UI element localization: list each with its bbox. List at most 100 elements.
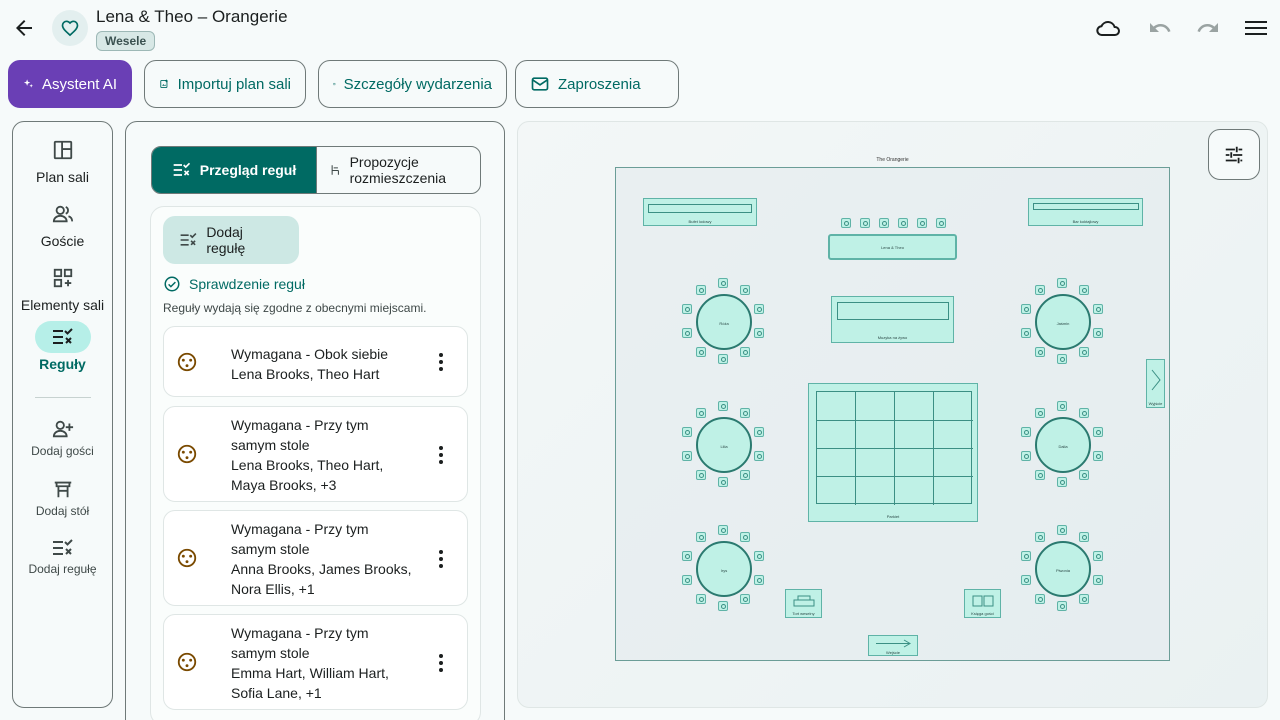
rule-card[interactable]: Wymagana - Obok siebie Lena Brooks, Theo … [163, 326, 468, 397]
event-details-button[interactable]: Szczegóły wydarzenia [318, 60, 507, 108]
chair[interactable] [1020, 450, 1031, 461]
chair[interactable] [718, 601, 728, 611]
chair[interactable] [1093, 427, 1104, 438]
chair[interactable] [681, 427, 692, 438]
chair[interactable] [681, 304, 692, 315]
tab-seating-suggestions[interactable]: Propozycje rozmieszczenia [316, 147, 480, 193]
chair[interactable] [1057, 477, 1067, 487]
chair[interactable] [740, 346, 751, 357]
chair[interactable] [1079, 469, 1090, 480]
ai-assistant-button[interactable]: Asystent AI [8, 60, 132, 108]
back-button[interactable] [8, 12, 40, 44]
chair[interactable] [754, 551, 765, 562]
chair[interactable] [1020, 551, 1031, 562]
chair[interactable] [754, 450, 765, 461]
more-vert-icon[interactable] [429, 651, 453, 675]
guestbook-element[interactable]: Księga gości [964, 589, 1001, 618]
nav-item-room-elements[interactable]: Elementy sali [13, 262, 112, 313]
chair[interactable] [1079, 285, 1090, 296]
chair[interactable] [1057, 525, 1067, 535]
chair[interactable] [718, 401, 728, 411]
chair[interactable] [695, 532, 706, 543]
chair[interactable] [1057, 278, 1067, 288]
chair[interactable] [1093, 327, 1104, 338]
bar-element[interactable]: Bar koktajlowy [1028, 198, 1143, 226]
chair[interactable] [917, 218, 927, 228]
chair[interactable] [1093, 304, 1104, 315]
chair[interactable] [740, 285, 751, 296]
chair[interactable] [718, 354, 728, 364]
chair[interactable] [718, 525, 728, 535]
nav-item-guests[interactable]: Goście [13, 198, 112, 249]
chair[interactable] [681, 551, 692, 562]
chair[interactable] [1079, 408, 1090, 419]
more-vert-icon[interactable] [429, 547, 453, 571]
chair[interactable] [1093, 450, 1104, 461]
chair[interactable] [740, 593, 751, 604]
more-vert-icon[interactable] [429, 350, 453, 374]
chair[interactable] [1020, 327, 1031, 338]
round-table[interactable]: Jaśmin [1035, 294, 1091, 350]
entrance-element[interactable]: Wejście [868, 635, 918, 656]
cloud-sync-button[interactable] [1090, 12, 1126, 44]
chair[interactable] [1079, 593, 1090, 604]
import-floorplan-button[interactable]: Importuj plan sali [144, 60, 306, 108]
add-rule-nav-button[interactable]: Dodaj regułę [13, 538, 112, 576]
favorite-button[interactable] [52, 10, 88, 46]
chair[interactable] [695, 593, 706, 604]
chair[interactable] [754, 327, 765, 338]
add-guests-button[interactable]: Dodaj gości [13, 418, 112, 458]
menu-button[interactable] [1240, 12, 1272, 44]
chair[interactable] [1020, 427, 1031, 438]
chair[interactable] [681, 450, 692, 461]
canvas-settings-button[interactable] [1208, 129, 1260, 180]
exit-element[interactable]: Wyjście [1146, 359, 1165, 408]
chair[interactable] [1079, 532, 1090, 543]
chair[interactable] [1057, 354, 1067, 364]
rule-card[interactable]: Wymagana - Przy tym samym stole Anna Broo… [163, 510, 468, 606]
chair[interactable] [740, 532, 751, 543]
chair[interactable] [1034, 469, 1045, 480]
chair[interactable] [754, 427, 765, 438]
head-table[interactable]: Lena & Theo [828, 234, 957, 260]
chair[interactable] [841, 218, 851, 228]
redo-button[interactable] [1192, 12, 1224, 44]
undo-button[interactable] [1144, 12, 1176, 44]
tab-rules-overview[interactable]: Przegląd reguł [152, 147, 316, 193]
cake-element[interactable]: Tort weselny [785, 589, 822, 618]
chair[interactable] [1034, 408, 1045, 419]
nav-item-rules[interactable]: Reguły [13, 321, 112, 372]
round-table[interactable]: Piwonia [1035, 541, 1091, 597]
chair[interactable] [1034, 532, 1045, 543]
round-table[interactable]: Lilia [696, 417, 752, 473]
chair[interactable] [1034, 593, 1045, 604]
round-table[interactable]: Róża [696, 294, 752, 350]
rule-card[interactable]: Wymagana - Przy tym samym stole Lena Broo… [163, 406, 468, 502]
chair[interactable] [1057, 401, 1067, 411]
chair[interactable] [1093, 574, 1104, 585]
round-table[interactable]: Irys [696, 541, 752, 597]
chair[interactable] [718, 477, 728, 487]
chair[interactable] [1034, 285, 1045, 296]
round-table[interactable]: Dalia [1035, 417, 1091, 473]
chair[interactable] [860, 218, 870, 228]
chair[interactable] [1093, 551, 1104, 562]
chair[interactable] [754, 574, 765, 585]
more-vert-icon[interactable] [429, 443, 453, 467]
chair[interactable] [718, 278, 728, 288]
room-outline[interactable]: Bufet lodowy Lena & Theo Bar koktajlowy … [615, 167, 1170, 661]
chair[interactable] [1020, 574, 1031, 585]
nav-item-floorplan[interactable]: Plan sali [13, 134, 112, 185]
chair[interactable] [695, 285, 706, 296]
chair[interactable] [740, 408, 751, 419]
live-music-element[interactable]: Muzyka na żywo [831, 296, 954, 343]
chair[interactable] [1034, 346, 1045, 357]
chair[interactable] [1079, 346, 1090, 357]
chair[interactable] [695, 408, 706, 419]
chair[interactable] [754, 304, 765, 315]
rule-card[interactable]: Wymagana - Przy tym samym stole Emma Hart… [163, 614, 468, 710]
chair[interactable] [681, 574, 692, 585]
chair[interactable] [695, 346, 706, 357]
invitations-button[interactable]: Zaproszenia [515, 60, 679, 108]
chair[interactable] [681, 327, 692, 338]
